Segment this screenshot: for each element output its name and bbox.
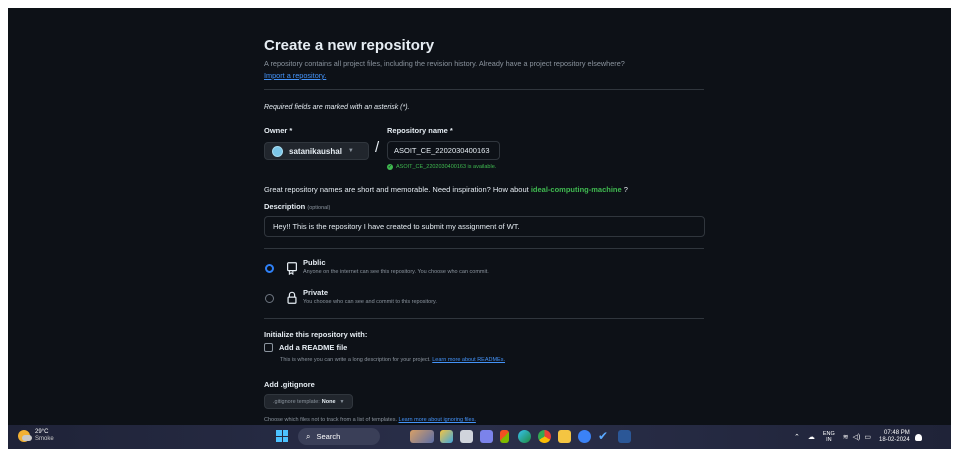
page-title: Create a new repository [264,37,435,54]
public-radio[interactable] [265,264,274,273]
owner-name: satanikaushal [289,146,342,156]
gitignore-template-value: None [321,398,336,405]
visibility-private-option[interactable]: Private You choose who can see and commi… [264,288,437,305]
public-title: Public [303,258,326,267]
browser-viewport: Create a new repository A repository con… [8,8,951,441]
readme-option[interactable]: Add a README file [264,343,347,352]
file-explorer-tile-icon[interactable] [460,430,473,443]
import-repository-link[interactable]: Import a repository. [264,71,326,80]
check-circle-icon: ✓ [387,164,393,170]
divider [264,318,704,319]
repo-name-label: Repository name * [387,126,453,135]
owner-label: Owner * [264,126,293,135]
private-description: You choose who can see and commit to thi… [303,299,437,305]
app-icon[interactable] [578,430,591,443]
volume-icon[interactable]: ◁) [853,433,861,441]
teams-icon[interactable] [480,430,493,443]
weather-condition: Smoke [35,436,54,442]
description-label-text: Description [264,202,306,211]
name-hint-text: Great repository names are short and mem… [264,185,529,194]
avatar [272,145,283,157]
name-suggestion-button[interactable]: ideal-computing-machine [531,185,622,194]
readme-label: Add a README file [279,343,348,352]
required-fields-note: Required fields are marked with an aster… [264,104,410,111]
edge-icon[interactable] [518,430,531,443]
folder-icon[interactable] [558,430,571,443]
owner-dropdown[interactable]: satanikaushal ▼ [264,142,369,160]
description-input[interactable]: Hey!! This is the repository I have crea… [264,216,705,237]
readme-desc-text: This is where you can write a long descr… [280,357,431,363]
chevron-down-icon: ▼ [339,398,345,405]
gitignore-template-dropdown[interactable]: .gitignore template: None ▼ [264,394,354,409]
chrome-icon[interactable] [538,430,551,443]
widgets-icon[interactable] [440,430,453,443]
divider [264,248,704,249]
windows-taskbar: 29°C Smoke ⌕ Search ✔ ⌃ ☁ ENG IN ≋ ◁) ▭ … [8,425,951,449]
gitignore-title: Add .gitignore [264,380,315,389]
search-icon: ⌕ [306,431,311,441]
divider [264,89,704,90]
notification-bell-icon[interactable] [914,433,922,441]
search-label: Search [316,432,341,441]
windows-start-icon[interactable] [276,430,288,442]
initialize-title: Initialize this repository with: [264,330,368,339]
private-title: Private [303,288,329,297]
language-indicator[interactable]: ENG IN [823,431,835,443]
todo-check-icon[interactable]: ✔ [598,430,611,443]
weather-widget[interactable]: 29°C Smoke [18,429,54,443]
readme-description: This is where you can write a long descr… [280,357,505,363]
visibility-public-option[interactable]: Public Anyone on the internet can see th… [264,258,489,275]
intro-text: A repository contains all project files,… [264,59,625,68]
wifi-icon[interactable]: ≋ [843,433,849,441]
chevron-up-icon[interactable]: ⌃ [794,433,800,441]
public-description: Anyone on the internet can see this repo… [303,269,489,275]
name-suggestion-line: Great repository names are short and mem… [264,185,628,194]
optional-tag: (optional) [307,205,331,211]
private-radio[interactable] [265,294,274,303]
temperature: 29°C [35,429,49,435]
store-icon[interactable] [500,430,509,443]
clock[interactable]: 07:48 PM 18-02-2024 [879,430,910,444]
repo-name-input[interactable]: ASOIT_CE_2202030400163 [387,141,500,160]
readme-learn-more-link[interactable]: Learn more about READMEs. [432,357,505,363]
battery-icon[interactable]: ▭ [864,433,871,441]
date: 18-02-2024 [879,437,910,443]
region-code: IN [826,437,832,443]
people-widget-icon[interactable] [410,430,434,443]
word-icon[interactable] [618,430,631,443]
chevron-down-icon: ▼ [347,148,354,154]
taskbar-search[interactable]: ⌕ Search [298,428,380,445]
availability-message: ✓ ASOIT_CE_2202030400163 is available. [387,164,496,170]
owner-repo-separator: / [375,139,380,156]
availability-text: ASOIT_CE_2202030400163 is available. [396,164,497,170]
readme-checkbox[interactable] [264,343,273,352]
gitignore-learn-more-link[interactable]: Learn more about ignoring files. [399,417,476,423]
gitignore-description: Choose which files not to track from a l… [264,417,476,423]
gitignore-template-label: .gitignore template: [273,398,320,405]
system-tray: ⌃ ☁ ENG IN ≋ ◁) ▭ 07:48 PM 18-02-2024 [794,425,922,449]
name-hint-suffix: ? [623,185,628,194]
description-label: Description (optional) [264,202,330,211]
repo-icon [287,262,297,275]
time: 07:48 PM [884,430,910,436]
onedrive-cloud-icon[interactable]: ☁ [808,433,815,441]
weather-sun-cloud-icon [18,430,32,442]
lock-icon [287,291,297,304]
gitignore-desc-text: Choose which files not to track from a l… [264,417,397,423]
